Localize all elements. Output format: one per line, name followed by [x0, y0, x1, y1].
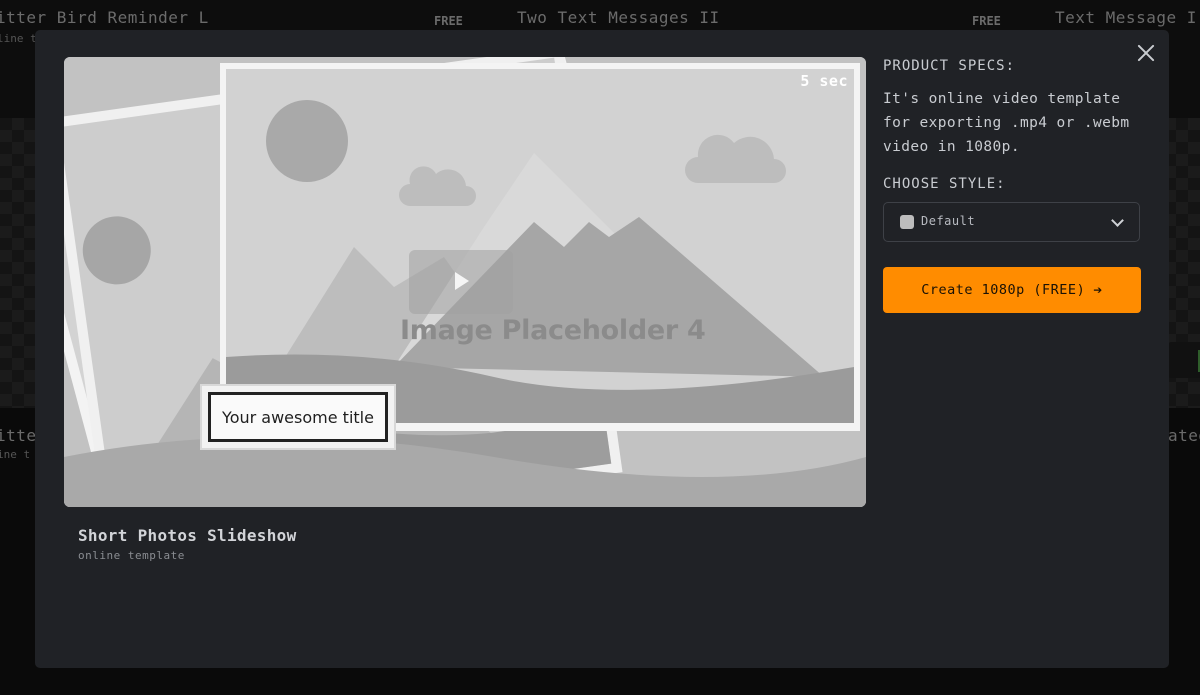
bg-card-title: ated [1168, 426, 1200, 445]
style-heading: CHOOSE STYLE: [883, 176, 1006, 192]
title-overlay: Your awesome title [200, 384, 396, 450]
arrow-right-icon: ➔ [1093, 281, 1103, 299]
bg-card-subtitle: ine t [0, 448, 31, 461]
template-name: Short Photos Slideshow [78, 526, 297, 545]
image-placeholder-label: Image Placeholder 4 [400, 315, 706, 346]
bg-card-title: itter Bird Reminder L [0, 8, 209, 27]
bg-card-badge: FREE [972, 14, 1001, 28]
style-select-value: Default [921, 214, 976, 228]
chevron-down-icon [1111, 214, 1124, 227]
duration-badge: 5 sec [794, 69, 854, 93]
bg-card-title: Text Message I [1055, 8, 1197, 27]
bg-card-widget [1168, 342, 1200, 378]
play-icon [455, 272, 469, 290]
specs-heading: PRODUCT SPECS: [883, 58, 1016, 74]
play-button[interactable] [409, 250, 513, 314]
style-color-swatch [900, 215, 914, 229]
bg-card-badge: FREE [434, 14, 463, 28]
template-subtitle: online template [78, 549, 185, 562]
bg-card-subtitle: line t [0, 32, 37, 45]
create-video-button-label: Create 1080p (FREE) [921, 282, 1086, 298]
title-overlay-text: Your awesome title [208, 392, 388, 442]
specs-description: It's online video template for exporting… [883, 91, 1130, 155]
video-preview[interactable]: 5 sec Image Placeholder 4 Your awesome t… [64, 57, 866, 507]
template-details-panel: PRODUCT SPECS: It's online video templat… [883, 58, 1141, 313]
template-modal: 5 sec Image Placeholder 4 Your awesome t… [35, 30, 1169, 668]
create-video-button[interactable]: Create 1080p (FREE) ➔ [883, 267, 1141, 313]
bg-card-title: Two Text Messages II [517, 8, 720, 27]
style-select[interactable]: Default [883, 202, 1140, 242]
